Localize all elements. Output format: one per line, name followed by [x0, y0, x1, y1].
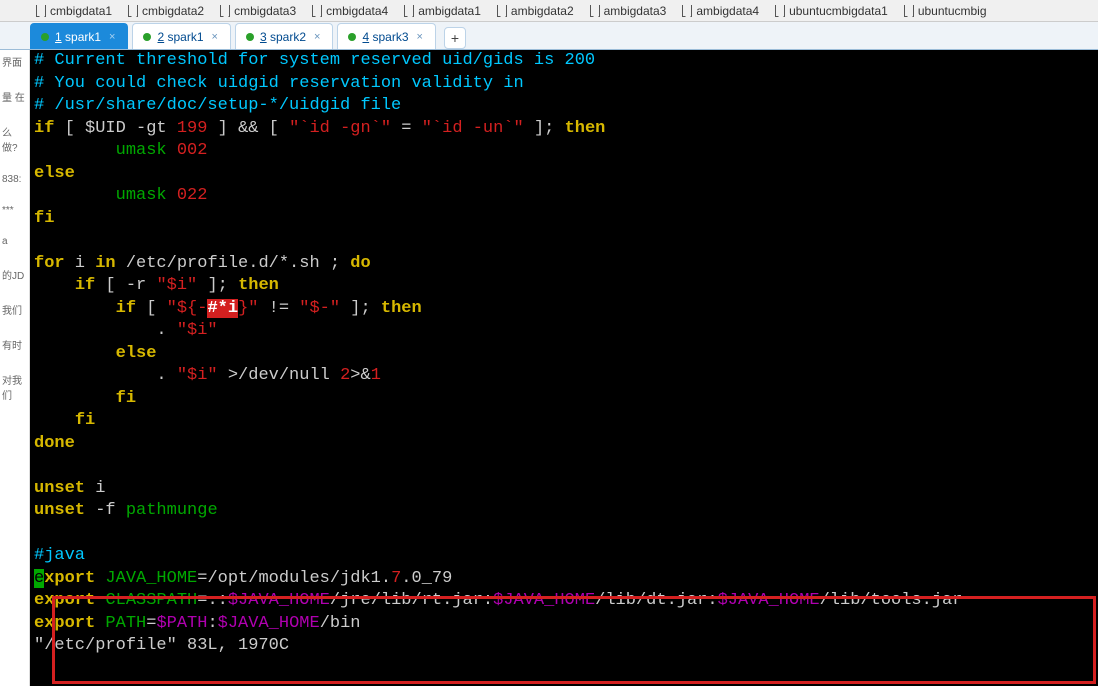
tab-bar: 1 spark1 × 2 spark1 × 3 spark2 × 4 spark…: [0, 22, 1098, 50]
tab-label: 1 spark1: [55, 30, 101, 44]
close-icon[interactable]: ×: [107, 31, 117, 43]
bookmark-item[interactable]: ubuntucmbig: [898, 4, 993, 18]
bookmark-label: ambigdata2: [511, 4, 574, 18]
gutter-text: ***: [2, 205, 27, 216]
bookmark-label: ambigdata4: [696, 4, 759, 18]
bookmark-label: ubuntucmbigdata1: [789, 4, 888, 18]
bookmark-icon: [312, 5, 322, 17]
gutter-text: 么做?: [2, 124, 27, 154]
bookmark-icon: [682, 5, 692, 17]
add-tab-button[interactable]: +: [444, 27, 466, 49]
bookmark-item[interactable]: ambigdata1: [398, 4, 487, 18]
bookmark-item[interactable]: cmbigdata2: [122, 4, 210, 18]
cursor: e: [34, 569, 44, 588]
gutter-text: 838:: [2, 174, 27, 185]
close-icon[interactable]: ×: [312, 31, 322, 43]
tab-spark2[interactable]: 3 spark2 ×: [235, 23, 333, 49]
gutter-text: 的JD: [2, 267, 27, 282]
bookmark-label: cmbigdata1: [50, 4, 112, 18]
bookmark-bar: cmbigdata1 cmbigdata2 cmbigdata3 cmbigda…: [0, 0, 1098, 22]
bookmark-item[interactable]: cmbigdata3: [214, 4, 302, 18]
terminal-pane[interactable]: # Current threshold for system reserved …: [30, 50, 1098, 686]
close-icon[interactable]: ×: [210, 31, 220, 43]
bookmark-item[interactable]: ubuntucmbigdata1: [769, 4, 894, 18]
gutter-text: a: [2, 236, 27, 247]
bookmark-icon: [128, 5, 138, 17]
tab-spark1-2[interactable]: 2 spark1 ×: [132, 23, 230, 49]
bookmark-label: cmbigdata3: [234, 4, 296, 18]
bookmark-label: ambigdata3: [604, 4, 667, 18]
bookmark-item[interactable]: ambigdata2: [491, 4, 580, 18]
close-icon[interactable]: ×: [415, 31, 425, 43]
bookmark-item[interactable]: ambigdata4: [676, 4, 765, 18]
tab-spark1-1[interactable]: 1 spark1 ×: [30, 23, 128, 49]
gutter-text: 界面: [2, 54, 27, 69]
bookmark-item[interactable]: cmbigdata1: [30, 4, 118, 18]
bookmark-icon: [36, 5, 46, 17]
gutter-text: 量 在: [2, 89, 27, 104]
gutter-text: 对我们: [2, 372, 27, 402]
bookmark-icon: [775, 5, 785, 17]
bookmark-label: cmbigdata2: [142, 4, 204, 18]
tab-label: 4 spark3: [362, 30, 408, 44]
bookmark-item[interactable]: cmbigdata4: [306, 4, 394, 18]
bookmark-label: ambigdata1: [418, 4, 481, 18]
terminal-content: # Current threshold for system reserved …: [30, 50, 1098, 686]
bookmark-label: ubuntucmbig: [918, 4, 987, 18]
bookmark-icon: [220, 5, 230, 17]
main-area: 界面 量 在 么做? 838: *** a 的JD 我们 有时 对我们 # Cu…: [0, 50, 1098, 686]
status-dot-icon: [41, 33, 49, 41]
bookmark-item[interactable]: ambigdata3: [584, 4, 673, 18]
bookmark-label: cmbigdata4: [326, 4, 388, 18]
gutter-text: 我们: [2, 302, 27, 317]
bookmark-icon: [497, 5, 507, 17]
gutter-text: 有时: [2, 337, 27, 352]
status-dot-icon: [246, 33, 254, 41]
tab-spark3[interactable]: 4 spark3 ×: [337, 23, 435, 49]
bookmark-icon: [590, 5, 600, 17]
bookmark-icon: [404, 5, 414, 17]
tab-label: 2 spark1: [157, 30, 203, 44]
bookmark-icon: [904, 5, 914, 17]
tab-label: 3 spark2: [260, 30, 306, 44]
status-dot-icon: [348, 33, 356, 41]
left-gutter: 界面 量 在 么做? 838: *** a 的JD 我们 有时 对我们: [0, 50, 30, 686]
status-dot-icon: [143, 33, 151, 41]
